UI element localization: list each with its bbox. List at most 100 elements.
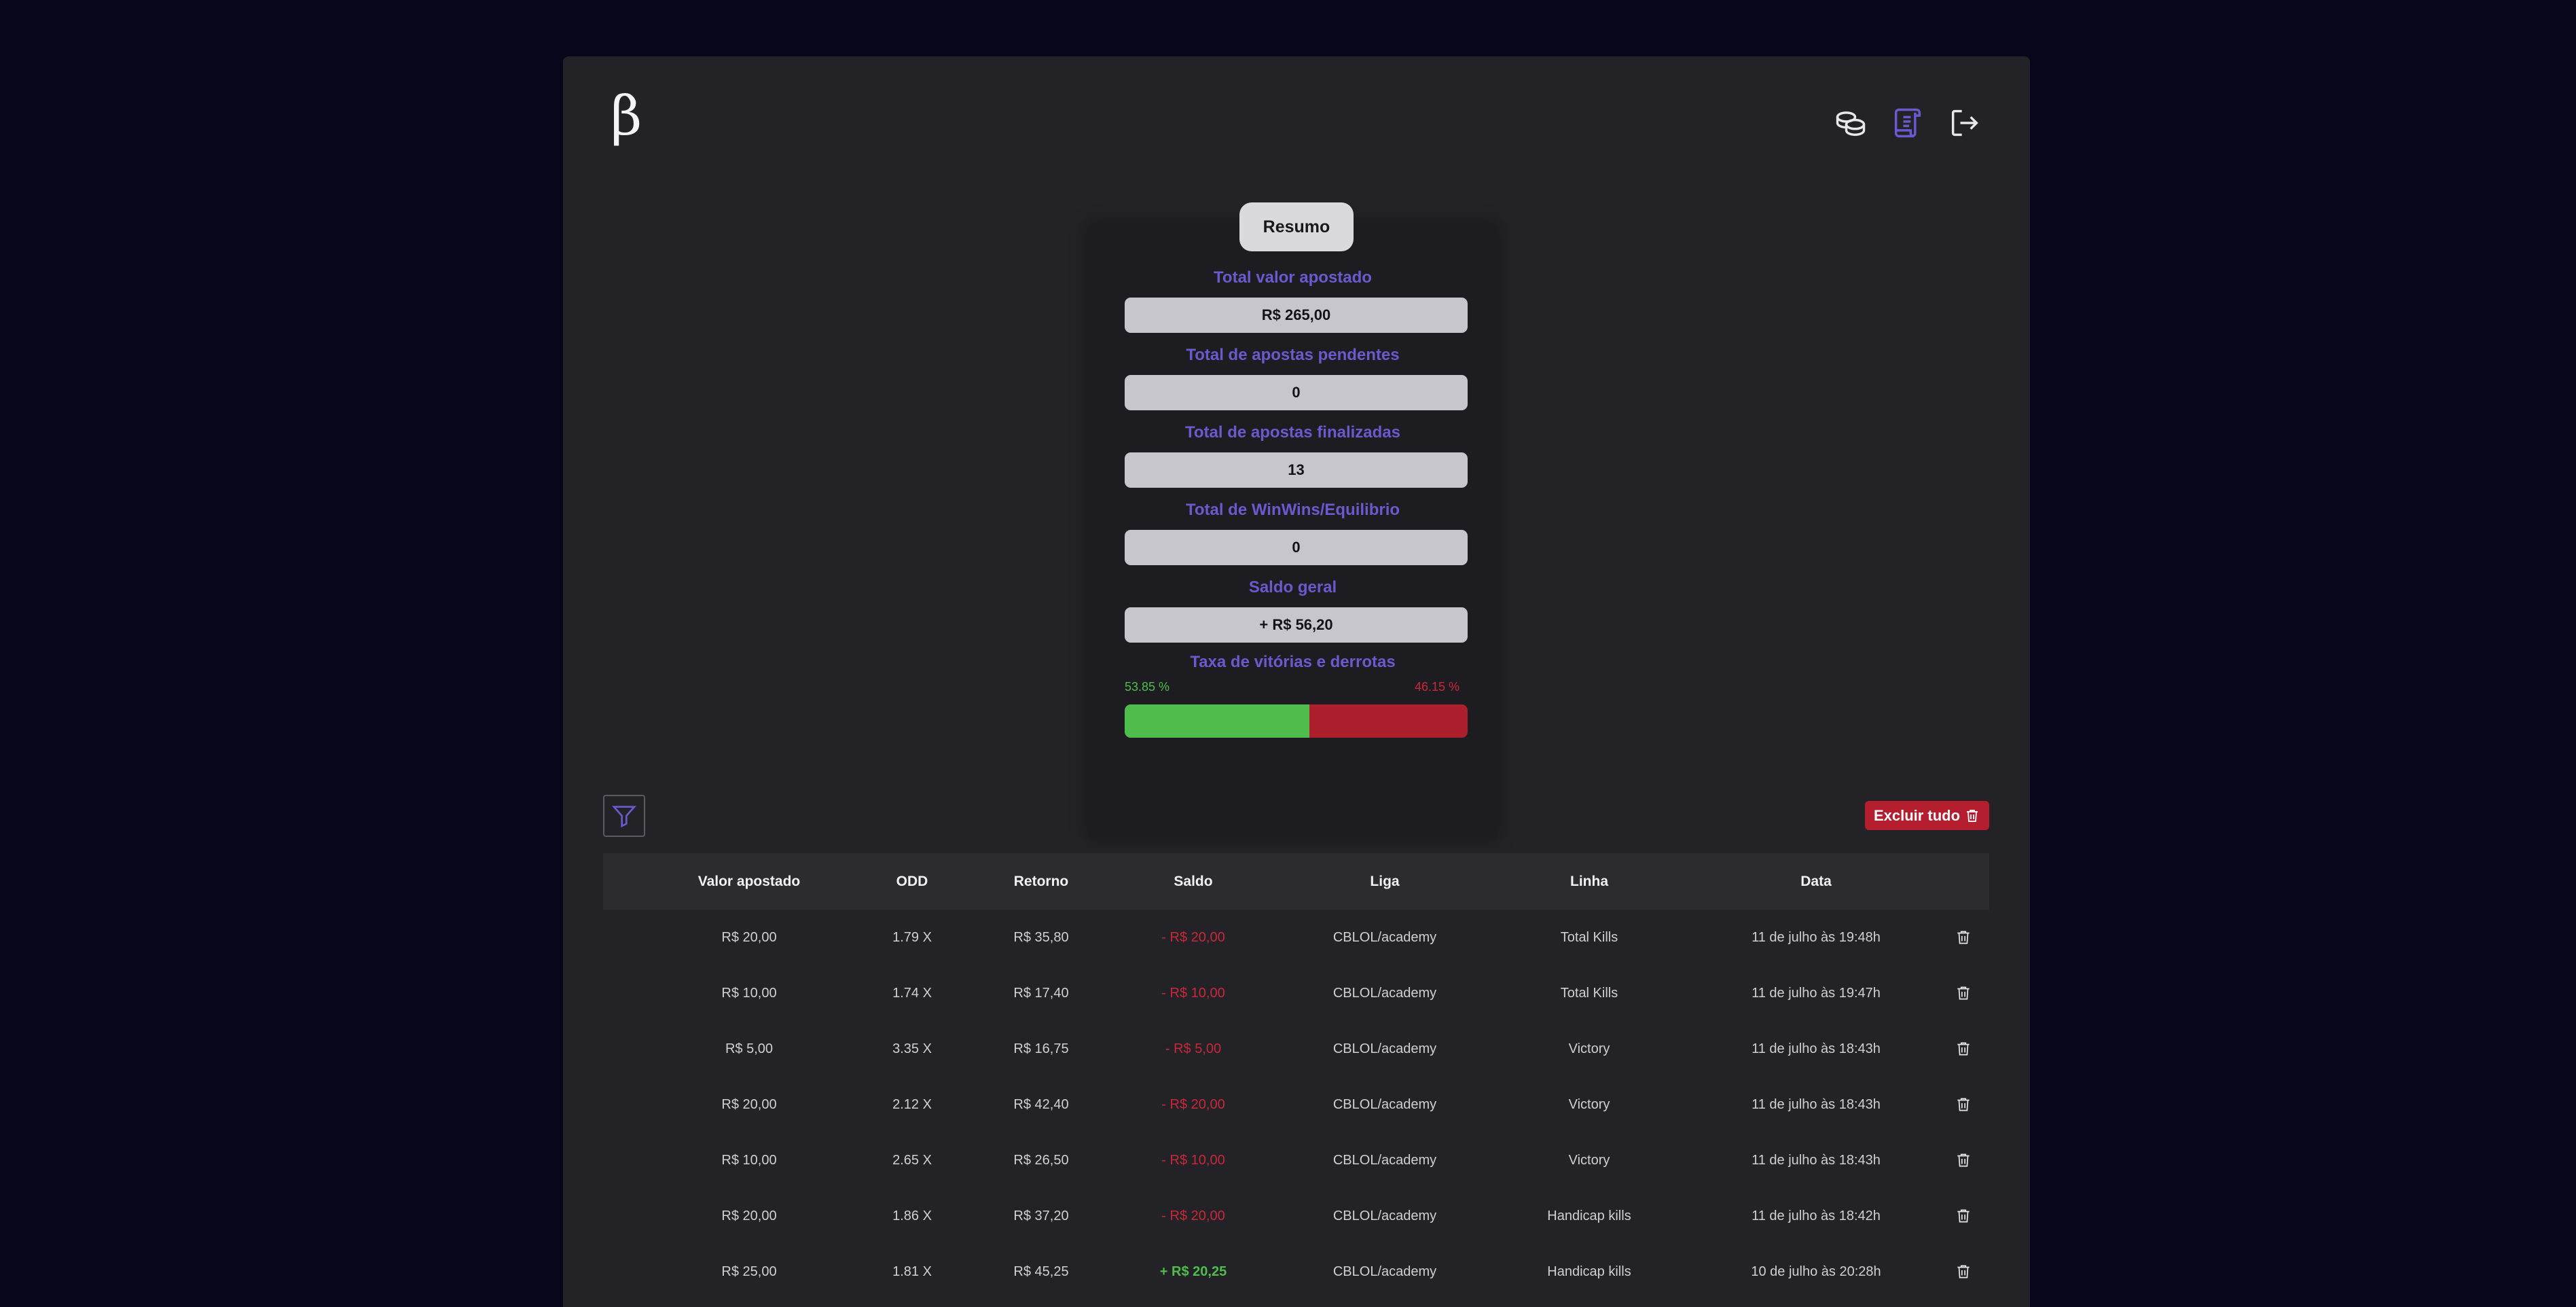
cell-data: 11 de julho às 18:43h xyxy=(1752,1041,1881,1056)
delete-row-button[interactable] xyxy=(1955,965,1972,1021)
loss-bar-segment xyxy=(1309,704,1468,738)
delete-row-button[interactable] xyxy=(1955,1021,1972,1077)
cell-linha: Total Kills xyxy=(1560,985,1618,1001)
cell-valor-apostado: R$ 10,00 xyxy=(721,1152,777,1168)
cell-valor-apostado: R$ 20,00 xyxy=(721,1096,777,1112)
table-row: R$ 25,00 1.81 X R$ 45,25 + R$ 20,25 CBLOL/ac… xyxy=(603,1244,1989,1300)
cell-saldo: - R$ 20,00 xyxy=(1161,1096,1225,1112)
logout-icon[interactable] xyxy=(1947,105,1982,141)
cell-odd: 3.35 X xyxy=(892,1041,932,1056)
trash-icon xyxy=(1957,1209,1970,1223)
cell-liga: CBLOL/academy xyxy=(1332,1264,1437,1279)
table-body: R$ 20,00 1.79 X R$ 35,80 - R$ 20,00 CBLOL/ac… xyxy=(603,910,1989,1300)
cell-odd: 1.86 X xyxy=(892,1208,932,1223)
stat-value-saldo-geral: + R$ 56,20 xyxy=(1125,607,1468,643)
cell-saldo: - R$ 20,00 xyxy=(1161,1208,1225,1223)
cell-data: 11 de julho às 19:47h xyxy=(1752,985,1881,1001)
delete-row-button[interactable] xyxy=(1955,1132,1972,1188)
table-row: R$ 20,00 1.79 X R$ 35,80 - R$ 20,00 CBLOL/ac… xyxy=(603,910,1989,965)
stat-value-total-apostado: R$ 265,00 xyxy=(1125,298,1468,333)
cell-liga: CBLOL/academy xyxy=(1332,1096,1437,1112)
delete-row-button[interactable] xyxy=(1955,910,1972,965)
trash-icon xyxy=(1957,1153,1970,1167)
cell-saldo: - R$ 10,00 xyxy=(1161,985,1225,1001)
trash-icon xyxy=(1957,986,1970,1000)
cell-odd: 2.65 X xyxy=(892,1152,932,1168)
table-row: R$ 20,00 1.86 X R$ 37,20 - R$ 20,00 CBLOL/ac… xyxy=(603,1188,1989,1244)
table-row: R$ 10,00 2.65 X R$ 26,50 - R$ 10,00 CBLOL/ac… xyxy=(603,1132,1989,1188)
scroll-icon[interactable] xyxy=(1890,105,1925,141)
win-percentage: 53.85 % xyxy=(1125,680,1170,694)
header-linha[interactable]: Linha xyxy=(1570,853,1608,910)
cell-liga: CBLOL/academy xyxy=(1332,929,1437,945)
cell-data: 11 de julho às 18:43h xyxy=(1752,1096,1881,1112)
app-logo: β xyxy=(611,84,642,147)
loss-percentage: 46.15 % xyxy=(1415,680,1460,694)
delete-all-button[interactable]: Excluir tudo xyxy=(1865,801,1989,830)
cell-retorno: R$ 17,40 xyxy=(1013,985,1069,1001)
win-loss-bar xyxy=(1125,704,1468,738)
stat-label-pendentes: Total de apostas pendentes xyxy=(1186,346,1400,364)
header-odd[interactable]: ODD xyxy=(896,853,928,910)
cell-data: 11 de julho às 18:42h xyxy=(1752,1208,1881,1223)
cell-retorno: R$ 37,20 xyxy=(1013,1208,1069,1223)
table-row: R$ 20,00 2.12 X R$ 42,40 - R$ 20,00 CBLOL/ac… xyxy=(603,1077,1989,1132)
cell-odd: 1.74 X xyxy=(892,985,932,1001)
table-row: R$ 5,00 3.35 X R$ 16,75 - R$ 5,00 CBLOL/acad… xyxy=(603,1021,1989,1077)
table-row: R$ 10,00 1.74 X R$ 17,40 - R$ 10,00 CBLOL/ac… xyxy=(603,965,1989,1021)
cell-linha: Victory xyxy=(1568,1041,1610,1056)
cell-liga: CBLOL/academy xyxy=(1332,1041,1437,1056)
cell-valor-apostado: R$ 10,00 xyxy=(721,985,777,1001)
cell-valor-apostado: R$ 25,00 xyxy=(721,1264,777,1279)
cell-saldo: - R$ 10,00 xyxy=(1161,1152,1225,1168)
stat-label-saldo-geral: Saldo geral xyxy=(1248,578,1337,596)
cell-liga: CBLOL/academy xyxy=(1332,1208,1437,1223)
cell-retorno: R$ 42,40 xyxy=(1013,1096,1069,1112)
stat-value-pendentes: 0 xyxy=(1125,375,1468,410)
cell-linha: Victory xyxy=(1568,1096,1610,1112)
cell-retorno: R$ 26,50 xyxy=(1013,1152,1069,1168)
cell-saldo: - R$ 5,00 xyxy=(1165,1041,1222,1056)
cell-data: 11 de julho às 18:43h xyxy=(1752,1152,1881,1168)
coins-icon[interactable] xyxy=(1833,105,1868,141)
cell-linha: Handicap kills xyxy=(1547,1208,1631,1223)
app-panel: β Resumo Total valor apostado R$ 265,00 … xyxy=(563,56,2030,1307)
stat-value-winwins: 0 xyxy=(1125,530,1468,565)
bets-table: Valor apostado ODD Retorno Saldo Liga Li… xyxy=(603,853,1989,1300)
trash-icon xyxy=(1957,1042,1970,1056)
delete-row-button[interactable] xyxy=(1955,1188,1972,1244)
cell-retorno: R$ 35,80 xyxy=(1013,929,1069,945)
header-data[interactable]: Data xyxy=(1800,853,1832,910)
trash-icon xyxy=(1967,809,1978,822)
cell-valor-apostado: R$ 20,00 xyxy=(721,929,777,945)
cell-linha: Total Kills xyxy=(1560,929,1618,945)
cell-valor-apostado: R$ 20,00 xyxy=(721,1208,777,1223)
table-header: Valor apostado ODD Retorno Saldo Liga Li… xyxy=(603,853,1989,910)
stat-label-total-apostado: Total valor apostado xyxy=(1214,268,1372,287)
cell-retorno: R$ 16,75 xyxy=(1013,1041,1069,1056)
cell-valor-apostado: R$ 5,00 xyxy=(725,1041,774,1056)
delete-row-button[interactable] xyxy=(1955,1244,1972,1300)
stat-label-winwins: Total de WinWins/Equilibrio xyxy=(1185,501,1400,519)
cell-odd: 2.12 X xyxy=(892,1096,932,1112)
cell-liga: CBLOL/academy xyxy=(1332,985,1437,1001)
header-valor-apostado[interactable]: Valor apostado xyxy=(698,853,801,910)
tab-resumo[interactable]: Resumo xyxy=(1239,202,1354,251)
cell-linha: Victory xyxy=(1568,1152,1610,1168)
cell-odd: 1.81 X xyxy=(892,1264,932,1279)
header-retorno[interactable]: Retorno xyxy=(1014,853,1069,910)
delete-all-label: Excluir tudo xyxy=(1873,806,1961,824)
filter-button[interactable] xyxy=(603,795,645,837)
filter-icon xyxy=(612,806,636,828)
cell-data: 10 de julho às 20:28h xyxy=(1751,1264,1881,1279)
trash-icon xyxy=(1957,931,1970,944)
win-bar-segment xyxy=(1125,704,1309,738)
cell-saldo: + R$ 20,25 xyxy=(1159,1264,1227,1279)
trash-icon xyxy=(1957,1265,1970,1278)
header-saldo[interactable]: Saldo xyxy=(1174,853,1212,910)
cell-data: 11 de julho às 19:48h xyxy=(1752,929,1881,945)
delete-row-button[interactable] xyxy=(1955,1077,1972,1132)
stat-value-finalizadas: 13 xyxy=(1125,452,1468,488)
header-liga[interactable]: Liga xyxy=(1370,853,1399,910)
trash-icon xyxy=(1957,1098,1970,1111)
